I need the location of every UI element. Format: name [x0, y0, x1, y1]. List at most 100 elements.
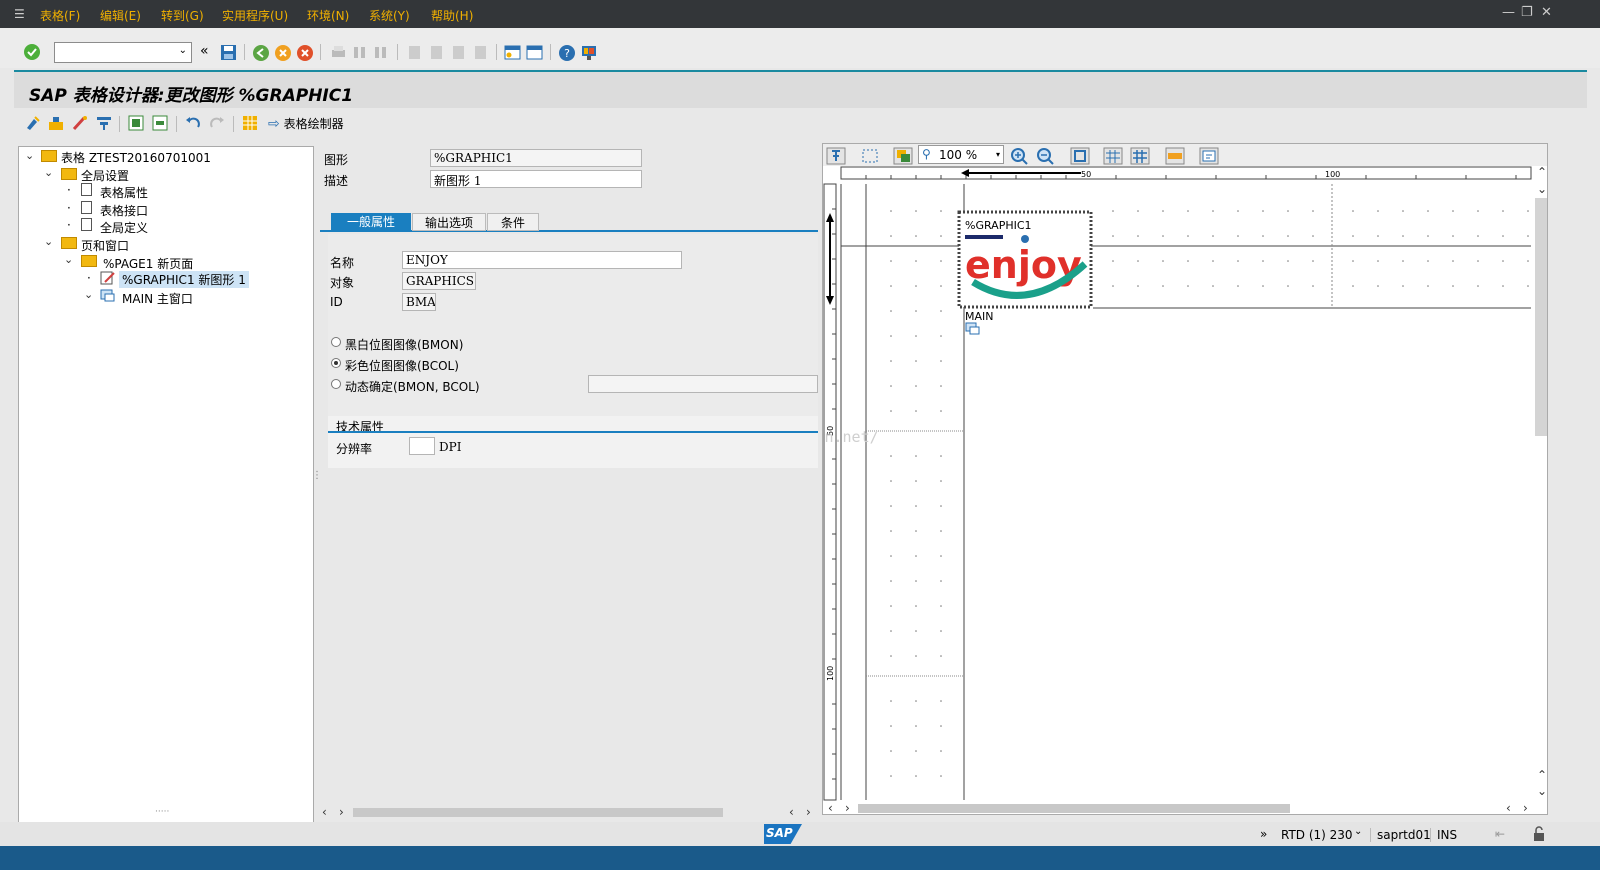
- scroll-right-icon[interactable]: ›: [1523, 801, 1528, 815]
- find-icon[interactable]: [351, 44, 368, 61]
- system-info[interactable]: RTD (1) 230: [1281, 828, 1353, 842]
- horizontal-scrollbar-thumb[interactable]: [858, 804, 1290, 813]
- scroll-right-icon[interactable]: ›: [339, 805, 344, 819]
- scroll-left-icon[interactable]: ‹: [322, 805, 327, 819]
- graphic-field[interactable]: %GRAPHIC1: [430, 149, 642, 167]
- chevron-down-icon[interactable]: ⌄: [44, 235, 53, 248]
- tree-item-global-settings[interactable]: 全局设置: [81, 167, 129, 184]
- command-field[interactable]: ⌄: [54, 42, 192, 63]
- radio-bmon[interactable]: [331, 337, 341, 347]
- chevron-down-icon[interactable]: ⌄: [84, 288, 93, 301]
- ruler-icon[interactable]: [1165, 147, 1185, 165]
- enter-icon[interactable]: [23, 43, 41, 61]
- back-chevron-icon[interactable]: «: [200, 43, 209, 59]
- tree-item-form-attributes[interactable]: 表格属性: [100, 184, 148, 201]
- chevron-down-icon[interactable]: ⌄: [25, 149, 34, 162]
- collapse-icon[interactable]: [151, 114, 169, 132]
- pin-icon[interactable]: [826, 147, 846, 165]
- main-window-label[interactable]: MAIN: [965, 310, 994, 323]
- expand-status-icon[interactable]: »: [1260, 827, 1267, 841]
- scroll-down-icon[interactable]: ⌄: [1537, 784, 1547, 798]
- resolution-field[interactable]: [409, 437, 435, 455]
- check-icon[interactable]: [71, 114, 89, 132]
- grid-fine-icon[interactable]: [1130, 147, 1150, 165]
- print-icon[interactable]: [330, 44, 347, 61]
- redo-icon[interactable]: [208, 114, 226, 132]
- menu-help[interactable]: 帮助(H): [431, 7, 473, 24]
- object-field[interactable]: GRAPHICS: [402, 272, 476, 290]
- tree-item-main[interactable]: MAIN 主窗口: [122, 290, 193, 307]
- menu-edit[interactable]: 编辑(E): [100, 7, 141, 24]
- expand-icon[interactable]: [127, 114, 145, 132]
- menu-goto[interactable]: 转到(G): [161, 7, 204, 24]
- form-painter-grid-icon[interactable]: [241, 114, 259, 132]
- scroll-left-icon[interactable]: ‹: [789, 805, 794, 819]
- select-area-icon[interactable]: [860, 147, 880, 165]
- radio-dynamic[interactable]: [331, 379, 341, 389]
- save-icon[interactable]: [220, 44, 237, 61]
- tree-item-pages-windows[interactable]: 页和窗口: [81, 237, 129, 254]
- horizontal-scrollbar-thumb[interactable]: [353, 808, 723, 817]
- layout-icon[interactable]: [580, 44, 598, 62]
- zoom-out-icon[interactable]: [1036, 147, 1056, 165]
- zoom-in-icon[interactable]: [1010, 147, 1030, 165]
- last-page-icon[interactable]: [472, 44, 489, 61]
- scroll-up-icon[interactable]: ⌃: [1537, 768, 1547, 782]
- active-inactive-icon[interactable]: [47, 114, 65, 132]
- tree-item-page1[interactable]: %PAGE1 新页面: [103, 255, 193, 272]
- scroll-right-icon[interactable]: ›: [806, 805, 811, 819]
- tab-general-attributes[interactable]: 一般属性: [331, 213, 411, 231]
- dynamic-field[interactable]: [588, 375, 818, 393]
- test-icon[interactable]: [95, 114, 113, 132]
- name-field[interactable]: ENJOY: [402, 251, 682, 269]
- tree-item-form-interface[interactable]: 表格接口: [100, 202, 148, 219]
- minimize-icon[interactable]: —: [1502, 5, 1515, 20]
- fit-page-icon[interactable]: [1070, 147, 1090, 165]
- menu-utilities[interactable]: 实用程序(U): [222, 7, 288, 24]
- shortcut-icon[interactable]: [526, 44, 543, 61]
- scroll-up-icon[interactable]: ⌃: [1537, 165, 1547, 179]
- copy-window-icon[interactable]: [893, 147, 913, 165]
- grid-icon[interactable]: [1103, 147, 1123, 165]
- tree-item-root[interactable]: 表格 ZTEST20160701001: [61, 149, 211, 166]
- display-change-icon[interactable]: [24, 114, 42, 132]
- resize-grip[interactable]: ·····: [155, 807, 169, 817]
- scroll-down-icon[interactable]: ⌄: [1537, 182, 1547, 196]
- next-page-icon[interactable]: [450, 44, 467, 61]
- new-session-icon[interactable]: [504, 44, 521, 61]
- undo-icon[interactable]: [184, 114, 202, 132]
- svg-text:?: ?: [564, 47, 570, 60]
- description-field[interactable]: 新图形 1: [430, 170, 642, 188]
- chevron-down-icon[interactable]: ⌄: [44, 166, 53, 179]
- menu-environment[interactable]: 环境(N): [307, 7, 349, 24]
- first-page-icon[interactable]: [406, 44, 423, 61]
- scroll-right-icon[interactable]: ›: [845, 801, 850, 815]
- scroll-left-icon[interactable]: ‹: [828, 801, 833, 815]
- find-next-icon[interactable]: [372, 44, 389, 61]
- menu-system[interactable]: 系统(Y): [369, 7, 410, 24]
- tree-item-global-definitions[interactable]: 全局定义: [100, 219, 148, 236]
- help-icon[interactable]: ?: [558, 44, 576, 62]
- zoom-select[interactable]: ⚲ 100 % ▾: [918, 145, 1004, 164]
- menu-form[interactable]: 表格(F): [40, 7, 80, 24]
- radio-bcol[interactable]: [331, 358, 341, 368]
- settings-icon[interactable]: [1199, 147, 1219, 165]
- menu-icon[interactable]: ☰: [14, 7, 25, 21]
- input-mode[interactable]: INS: [1437, 828, 1457, 842]
- cancel-icon[interactable]: [296, 44, 314, 62]
- previous-page-icon[interactable]: [428, 44, 445, 61]
- restore-icon[interactable]: ❐: [1521, 5, 1533, 20]
- id-field[interactable]: BMAP: [402, 293, 436, 311]
- exit-icon[interactable]: [274, 44, 292, 62]
- scroll-left-icon[interactable]: ‹: [1506, 801, 1511, 815]
- tree-item-graphic1[interactable]: %GRAPHIC1 新图形 1: [119, 271, 249, 288]
- form-painter-button[interactable]: ⇨ 表格绘制器: [268, 115, 344, 132]
- close-icon[interactable]: ✕: [1541, 5, 1552, 20]
- tab-output-options[interactable]: 输出选项: [412, 213, 486, 231]
- tab-conditions[interactable]: 条件: [487, 213, 539, 231]
- graphic-node[interactable]: %GRAPHIC1 enjoy: [957, 210, 1093, 309]
- chevron-down-icon[interactable]: ⌄: [64, 253, 73, 266]
- back-icon[interactable]: [252, 44, 270, 62]
- chevron-down-icon[interactable]: ⌄: [1354, 826, 1362, 837]
- vertical-scrollbar-thumb[interactable]: [1535, 198, 1547, 436]
